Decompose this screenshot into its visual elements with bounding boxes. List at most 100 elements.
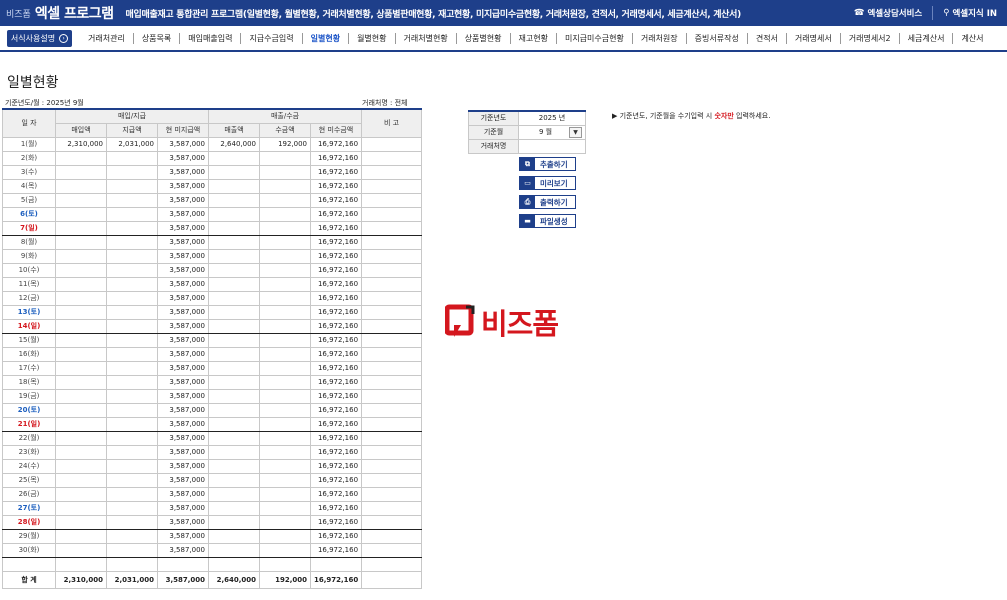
amount-cell: 3,587,000 <box>156 388 210 404</box>
bizforms-logo-text: 비즈폼 <box>481 307 559 341</box>
amount-cell <box>106 430 158 446</box>
amount-cell <box>106 206 158 222</box>
amount-cell <box>208 528 261 544</box>
note-cell[interactable] <box>361 164 423 180</box>
print-button[interactable]: ⎙ 출력하기 <box>519 195 576 209</box>
note-cell[interactable] <box>361 206 423 222</box>
amount-cell <box>259 486 312 502</box>
nav-item[interactable]: 상품별현황 <box>457 32 511 44</box>
chevron-down-icon[interactable]: ▼ <box>569 126 582 138</box>
note-cell[interactable] <box>361 290 423 306</box>
nav-item[interactable]: 거래명세서 <box>787 32 841 44</box>
note-cell[interactable] <box>361 248 423 264</box>
nav-item[interactable]: 월별현황 <box>349 32 396 44</box>
amount-cell <box>208 150 261 166</box>
nav-item[interactable]: 거래처관리 <box>80 32 134 44</box>
amount-cell <box>259 304 312 320</box>
nav-item[interactable]: 거래처별현황 <box>396 32 457 44</box>
nav-item[interactable]: 일별현황 <box>303 32 350 44</box>
month-select[interactable]: 9 월 ▼ <box>518 124 586 140</box>
nav-item[interactable]: 거래명세서2 <box>841 32 900 44</box>
preview-button[interactable]: ▭ 미리보기 <box>519 176 576 190</box>
date-cell: 18(목) <box>2 374 56 390</box>
file-create-label: 파일생성 <box>540 216 568 226</box>
note-cell[interactable] <box>361 472 423 488</box>
nav-item[interactable]: 계산서 <box>953 33 991 44</box>
amount-cell: 2,310,000 <box>55 136 107 152</box>
amount-cell: 3,587,000 <box>156 458 210 474</box>
amount-cell: 16,972,160 <box>310 234 363 250</box>
note-cell[interactable] <box>361 500 423 516</box>
note-cell[interactable] <box>361 332 423 348</box>
note-cell[interactable] <box>361 402 423 418</box>
note-cell[interactable] <box>361 444 423 460</box>
note-cell[interactable] <box>361 430 423 446</box>
note-cell[interactable] <box>361 346 423 362</box>
nav-item[interactable]: 미지급미수금현황 <box>557 32 633 44</box>
amount-cell <box>106 458 158 474</box>
file-create-button[interactable]: ▬ 파일생성 <box>519 214 576 228</box>
note-cell[interactable] <box>361 556 423 572</box>
amount-cell: 3,587,000 <box>156 290 210 306</box>
consult-service-link[interactable]: ☎ 엑셀상담서비스 <box>844 7 932 19</box>
amount-cell <box>208 430 261 446</box>
note-cell[interactable] <box>361 234 423 250</box>
table-row: 20(토) 3,587,000 16,972,160 <box>2 402 423 418</box>
note-cell[interactable] <box>361 150 423 166</box>
note-cell[interactable] <box>361 388 423 404</box>
nav-item[interactable]: 견적서 <box>748 32 787 44</box>
note-cell[interactable] <box>361 486 423 502</box>
extract-button[interactable]: ⧉ 추출하기 <box>519 157 576 171</box>
year-input[interactable]: 2025 년 <box>518 110 586 126</box>
amount-cell: 3,587,000 <box>156 472 210 488</box>
note-cell[interactable] <box>361 514 423 530</box>
print-label: 출력하기 <box>540 197 568 207</box>
amount-cell <box>55 164 107 180</box>
note-cell[interactable] <box>361 220 423 236</box>
nav-item[interactable]: 거래처원장 <box>633 32 687 44</box>
note-cell[interactable] <box>361 136 423 152</box>
period-label: 기준년도/월 : 2025년 9월 <box>5 99 84 107</box>
note-cell[interactable] <box>361 542 423 558</box>
usage-guide-button[interactable]: 서식사용설명 › <box>7 29 72 47</box>
filter-panel: 기준년도 2025 년 기준월 9 월 ▼ 거래처명 <box>468 110 586 154</box>
note-cell[interactable] <box>361 360 423 376</box>
note-cell[interactable] <box>361 276 423 292</box>
note-cell[interactable] <box>361 192 423 208</box>
amount-cell <box>259 332 312 348</box>
nav-item[interactable]: 상품목록 <box>134 32 181 44</box>
amount-cell: 16,972,160 <box>310 360 363 376</box>
total-amount-cell: 2,640,000 <box>208 570 261 589</box>
amount-cell <box>208 332 261 348</box>
nav-item[interactable]: 재고현황 <box>511 32 557 44</box>
total-amount-cell: 16,972,160 <box>310 570 363 589</box>
header-links: ☎ 엑셀상담서비스 ⚲ 엑셀지식 IN <box>844 0 1007 26</box>
note-cell[interactable] <box>361 528 423 544</box>
table-row: 17(수) 3,587,000 16,972,160 <box>2 360 423 376</box>
amount-cell <box>208 262 261 278</box>
preview-label: 미리보기 <box>540 178 568 188</box>
daily-rows: 1(월) 2,310,000 2,031,000 3,587,000 2,640,000… <box>2 136 423 589</box>
note-cell[interactable] <box>361 318 423 334</box>
nav-item[interactable]: 증빙서류작성 <box>687 32 748 44</box>
amount-cell <box>55 150 107 166</box>
note-cell[interactable] <box>361 416 423 432</box>
note-cell[interactable] <box>361 178 423 194</box>
total-row: 합 계 2,310,000 2,031,000 3,587,000 2,640,000 1… <box>2 570 423 589</box>
amount-cell <box>208 346 261 362</box>
note-cell[interactable] <box>361 374 423 390</box>
nav-item[interactable]: 세금계산서 <box>900 32 954 44</box>
note-cell[interactable] <box>361 304 423 320</box>
printer-icon: ⎙ <box>520 196 535 208</box>
client-name-input[interactable] <box>518 138 586 154</box>
nav-item[interactable]: 매입매출입력 <box>180 32 242 44</box>
amount-cell <box>259 556 312 572</box>
note-cell[interactable] <box>361 262 423 278</box>
nav-item[interactable]: 지급수금입력 <box>241 32 303 44</box>
brand-title[interactable]: 엑셀 프로그램 <box>35 3 114 23</box>
page-title: 일별현황 <box>7 75 59 91</box>
knowledge-in-link[interactable]: ⚲ 엑셀지식 IN <box>933 7 1007 19</box>
note-cell[interactable] <box>361 458 423 474</box>
amount-cell: 192,000 <box>259 136 312 152</box>
amount-cell <box>55 206 107 222</box>
